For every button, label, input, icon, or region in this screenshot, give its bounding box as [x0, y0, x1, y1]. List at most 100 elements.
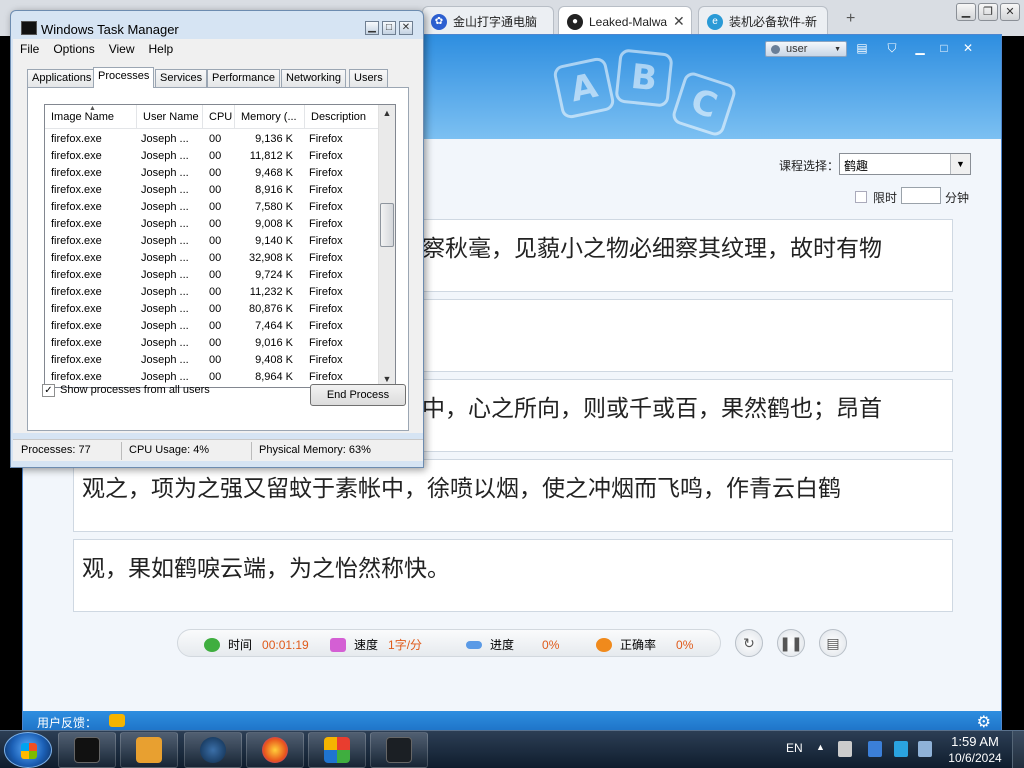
column-user-name[interactable]: User Name [137, 105, 203, 129]
gear-icon[interactable]: ⚙ [977, 712, 991, 732]
stat-progress-label: 进度 [490, 638, 515, 652]
show-all-processes-checkbox[interactable]: ✓ [42, 384, 55, 397]
system-clock[interactable]: 1:59 AM 10/6/2024 [940, 734, 1010, 766]
process-list-scrollbar[interactable]: ▲ ▼ [378, 105, 395, 387]
table-cell: firefox.exe [51, 320, 102, 332]
browser-tab-leaked-malware[interactable]: ● Leaked-Malwa ✕ [558, 6, 692, 36]
taskbar-task-manager[interactable] [58, 732, 116, 768]
table-cell: Firefox [309, 371, 343, 383]
process-list[interactable]: ▲ Image Name User Name CPU Memory (... D… [44, 104, 396, 388]
table-row[interactable]: firefox.exe Joseph ... 00 32,908 K Firefox [45, 250, 379, 267]
show-desktop-button[interactable] [1012, 731, 1024, 768]
tab-performance[interactable]: Performance [207, 69, 280, 87]
table-row[interactable]: firefox.exe Joseph ... 00 8,916 K Firefox [45, 182, 379, 199]
minimize-button[interactable]: ▁ [365, 21, 379, 35]
table-row[interactable]: firefox.exe Joseph ... 00 80,876 K Firefox [45, 301, 379, 318]
taskbar-app-dark[interactable] [370, 732, 428, 768]
tab-users[interactable]: Users [349, 69, 388, 87]
table-cell: Joseph ... [141, 303, 189, 315]
browser-tab-jinshan[interactable]: ✿ 金山打字通电脑 [422, 6, 554, 36]
menu-help[interactable]: Help [142, 42, 181, 56]
taskbar-firefox[interactable] [246, 732, 304, 768]
table-row[interactable]: firefox.exe Joseph ... 00 11,812 K Firefox [45, 148, 379, 165]
tab-networking[interactable]: Networking [281, 69, 347, 87]
column-cpu[interactable]: CPU [203, 105, 235, 129]
course-select[interactable]: 鹤趣 ▼ [839, 153, 971, 175]
tray-app-icon[interactable] [838, 741, 852, 757]
media-player-icon [136, 737, 162, 763]
table-row[interactable]: firefox.exe Joseph ... 00 7,464 K Firefox [45, 318, 379, 335]
text-line-content: 中，心之所向，则或千或百，果然鹤也；昂首 [422, 396, 882, 422]
table-cell: firefox.exe [51, 371, 102, 383]
table-row[interactable]: firefox.exe Joseph ... 00 9,016 K Firefox [45, 335, 379, 352]
menu-options[interactable]: Options [46, 42, 101, 56]
close-button[interactable]: ✕ [399, 21, 413, 35]
restart-button[interactable]: ↻ [735, 629, 763, 657]
column-memory[interactable]: Memory (... [235, 105, 305, 129]
table-cell: Joseph ... [141, 269, 189, 281]
language-indicator[interactable]: EN [786, 741, 803, 755]
menu-bar: File Options View Help [13, 39, 423, 59]
chat-icon[interactable] [109, 714, 125, 727]
network-icon[interactable] [868, 741, 882, 757]
time-limit-checkbox[interactable] [855, 191, 867, 203]
app-maximize-button[interactable]: □ [937, 41, 951, 55]
table-row[interactable]: firefox.exe Joseph ... 00 11,232 K Firefox [45, 284, 379, 301]
menu-view[interactable]: View [102, 42, 142, 56]
app-close-button[interactable]: ✕ [961, 41, 975, 55]
status-physical-memory: Physical Memory: 63% [259, 444, 371, 456]
app-footer: 用户反馈： ⚙ [23, 711, 1001, 731]
table-row[interactable]: firefox.exe Joseph ... 00 9,140 K Firefox [45, 233, 379, 250]
table-row[interactable]: firefox.exe Joseph ... 00 9,724 K Firefox [45, 267, 379, 284]
browser-tab-software[interactable]: e 装机必备软件-新 [698, 6, 828, 36]
table-row[interactable]: firefox.exe Joseph ... 00 7,580 K Firefox [45, 199, 379, 216]
scroll-up-arrow-icon[interactable]: ▲ [379, 105, 395, 121]
show-hidden-icons-icon[interactable]: ▲ [816, 742, 825, 752]
user-menu[interactable]: user ▼ [765, 41, 847, 57]
column-description[interactable]: Description [305, 105, 379, 129]
app-minimize-button[interactable]: ▁ [913, 41, 927, 55]
taskbar-media-player[interactable] [120, 732, 178, 768]
typing-text-line[interactable]: 观之，项为之强又留蚊于素帐中，徐喷以烟，使之冲烟而飞鸣，作青云白鹤 [73, 459, 953, 532]
table-row[interactable]: firefox.exe Joseph ... 00 9,408 K Firefox [45, 352, 379, 369]
volume-icon[interactable] [918, 741, 932, 757]
table-cell: Firefox [309, 167, 343, 179]
typing-text-line[interactable]: 观，果如鹤唳云端，为之怡然称快。 [73, 539, 953, 612]
table-row[interactable]: firefox.exe Joseph ... 00 9,136 K Firefox [45, 131, 379, 148]
taskbar-app-pinwheel[interactable] [308, 732, 366, 768]
browser-minimize-button[interactable]: ▁ [956, 3, 976, 21]
time-limit-input[interactable] [901, 187, 941, 204]
menu-file[interactable]: File [13, 42, 46, 56]
pause-button[interactable]: ❚❚ [777, 629, 805, 657]
end-process-button[interactable]: End Process [310, 384, 406, 406]
stat-progress-value: 0% [542, 637, 560, 652]
task-manager-titlebar[interactable]: Windows Task Manager ▁ □ ✕ [11, 11, 423, 39]
shirt-icon[interactable]: ⛉ [885, 41, 899, 55]
column-image-name[interactable]: Image Name [45, 105, 137, 129]
browser-close-button[interactable]: ✕ [1000, 3, 1020, 21]
table-row[interactable]: firefox.exe Joseph ... 00 9,468 K Firefox [45, 165, 379, 182]
monitor-icon[interactable] [894, 741, 908, 757]
browser-tab-title: 装机必备软件-新 [729, 15, 817, 29]
browser-restore-button[interactable]: ❐ [978, 3, 998, 21]
window-title: Windows Task Manager [41, 22, 179, 37]
processes-panel: ▲ Image Name User Name CPU Memory (... D… [27, 87, 409, 431]
tab-applications[interactable]: Applications [27, 69, 97, 87]
table-cell: firefox.exe [51, 252, 102, 264]
feedback-label: 用户反馈： [37, 716, 98, 730]
document-icon[interactable]: ▤ [855, 41, 869, 55]
chevron-down-icon[interactable]: ▼ [950, 154, 970, 174]
tab-processes[interactable]: Processes [93, 67, 155, 88]
scrollbar-thumb[interactable] [380, 203, 394, 247]
table-cell: 8,916 K [255, 184, 293, 196]
table-row[interactable]: firefox.exe Joseph ... 00 9,008 K Firefox [45, 216, 379, 233]
tab-services[interactable]: Services [155, 69, 208, 87]
stat-time-label: 时间 [228, 638, 253, 652]
taskbar-app-globe[interactable] [184, 732, 242, 768]
new-tab-button[interactable]: + [846, 10, 855, 28]
start-button[interactable] [4, 732, 52, 768]
report-button[interactable]: ▤ [819, 629, 847, 657]
stat-speed: 速度 1字/分 [330, 636, 422, 653]
close-tab-icon[interactable]: ✕ [667, 13, 685, 30]
maximize-button[interactable]: □ [382, 21, 396, 35]
